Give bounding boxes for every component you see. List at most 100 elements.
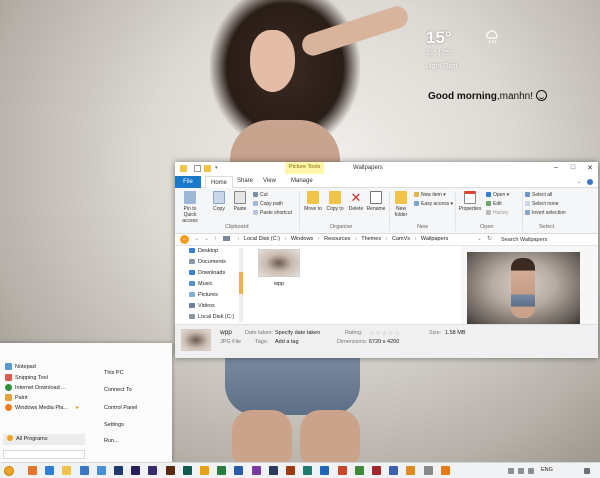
vlc-icon[interactable] [440,466,450,475]
copy-path-button[interactable]: Copy path [253,201,283,207]
breadcrumb-item[interactable]: Windows [291,236,313,242]
sidebar-item-local-disk[interactable]: Local Disk (C:) [189,314,234,320]
open-button[interactable]: Open ▾ [486,192,509,198]
word-icon[interactable] [234,466,244,475]
maximize-icon[interactable]: □ [567,164,579,171]
lightroom-icon[interactable] [268,466,278,475]
breadcrumb-item[interactable]: Resources [324,236,350,242]
firefox-icon[interactable] [28,466,37,475]
title-bar[interactable]: ▾ Picture Tools Wallpapers – □ ✕ [175,162,598,176]
sidebar-item-music[interactable]: Music [189,281,212,287]
tab-share[interactable]: Share [237,178,253,184]
delete-button[interactable]: ✕ Delete [345,191,367,212]
place-settings[interactable]: Settings [104,422,124,428]
paste-button[interactable]: Paste [229,191,251,212]
program-windows-media-player[interactable]: Windows Media Pla... [5,404,68,411]
forward-arrow-icon[interactable]: → [192,235,201,244]
illustrator-icon[interactable] [165,466,175,475]
properties-quick-icon[interactable] [194,165,201,172]
tab-file[interactable]: File [175,176,201,188]
easy-access-button[interactable]: Easy access ▾ [414,201,453,207]
program-internet-download[interactable]: Internet Download ... [5,384,66,391]
mail-icon[interactable] [79,466,89,475]
recent-chevron-icon[interactable]: ⌄ [202,235,211,244]
outlook-icon[interactable] [320,466,330,475]
rating-stars[interactable]: ☆☆☆☆☆ [369,330,401,337]
program-paint[interactable]: Paint [5,394,28,401]
breadcrumb-item[interactable]: Local Disk (C:) [244,236,280,242]
premiere-icon[interactable] [131,466,141,475]
scrollbar-thumb[interactable] [239,272,243,294]
submenu-arrow-icon[interactable]: ▸ [76,404,79,411]
media-player-icon[interactable] [406,466,416,475]
refresh-icon[interactable]: ↻ [485,235,494,244]
up-arrow-icon[interactable]: ↑ [211,235,220,244]
store-icon[interactable] [96,466,106,475]
select-none-button[interactable]: Select none [525,201,558,207]
edge-icon[interactable] [45,466,55,475]
breadcrumb-item[interactable]: Wallpapers [421,236,448,242]
address-chevron-icon[interactable]: ⌄ [475,235,484,244]
new-item-button[interactable]: New item ▾ [414,192,446,198]
copy-to-button[interactable]: Copy to [324,191,346,212]
photoshop-icon[interactable] [114,466,123,475]
start-orb-icon[interactable] [4,466,14,476]
language-indicator[interactable]: ENG [541,467,553,473]
access-icon[interactable] [372,466,381,475]
copy-button[interactable]: Copy [208,191,230,212]
sidebar-item-videos[interactable]: Videos [189,303,215,309]
tab-manage[interactable]: Manage [291,178,313,184]
rename-button[interactable]: Rename [365,191,387,212]
start-search-input[interactable] [3,450,85,459]
chrome-icon[interactable] [200,466,209,475]
sidebar-item-pictures[interactable]: Pictures [189,292,218,298]
program-notepad[interactable]: Notepad [5,363,36,370]
cut-button[interactable]: Cut [253,192,268,198]
navigation-scrollbar[interactable] [239,248,243,322]
date-taken-value[interactable]: Specify date taken [275,330,320,336]
properties-button[interactable]: Properties [457,191,483,212]
paste-shortcut-button[interactable]: Paste shortcut [253,210,292,216]
help-icon[interactable] [587,179,593,185]
breadcrumb-item[interactable]: CamVs [392,236,410,242]
notification-icon[interactable] [584,468,590,474]
place-run[interactable]: Run... [104,438,119,444]
volume-icon[interactable] [528,468,534,474]
file-item[interactable]: wpp [257,249,301,295]
project-icon[interactable] [354,466,364,475]
breadcrumb[interactable]: › Local Disk (C:) › Windows › Resources … [223,236,448,245]
select-all-button[interactable]: Select all [525,192,552,198]
settings-icon[interactable] [423,466,433,475]
visio-icon[interactable] [389,466,399,475]
tab-view[interactable]: View [263,178,276,184]
program-snipping-tool[interactable]: Snipping Tool [5,374,48,381]
chevron-down-icon[interactable]: ⌄ [577,179,583,185]
back-arrow-icon[interactable]: ← [180,235,189,244]
publisher-icon[interactable] [303,466,313,475]
close-icon[interactable]: ✕ [584,164,596,172]
pin-to-quick-access-button[interactable]: Pin to Quick access [178,191,202,224]
file-explorer-icon[interactable] [62,466,72,475]
excel-icon[interactable] [217,466,227,475]
tags-value[interactable]: Add a tag [275,339,299,345]
new-folder-quick-icon[interactable] [204,165,211,172]
sidebar-item-documents[interactable]: Documents [189,259,226,265]
invert-selection-button[interactable]: Invert selection [525,210,566,216]
animate-icon[interactable] [286,466,295,475]
history-button[interactable]: History [486,210,509,216]
new-folder-button[interactable]: New folder [390,191,412,218]
network-icon[interactable] [518,468,524,474]
edit-button[interactable]: Edit [486,201,502,207]
after-effects-icon[interactable] [148,466,158,475]
tray-chevron-icon[interactable] [508,468,514,474]
powerpoint-icon[interactable] [337,466,347,475]
sidebar-item-desktop[interactable]: Desktop [189,248,218,254]
move-to-button[interactable]: Move to [302,191,324,212]
audition-icon[interactable] [182,466,192,475]
onenote-icon[interactable] [251,466,261,475]
search-input[interactable]: Search Wallpapers [497,235,593,245]
breadcrumb-item[interactable]: Themes [361,236,381,242]
sidebar-item-downloads[interactable]: Downloads [189,270,225,276]
place-this-pc[interactable]: This PC [104,370,124,376]
place-connect-to[interactable]: Connect To [104,387,132,393]
